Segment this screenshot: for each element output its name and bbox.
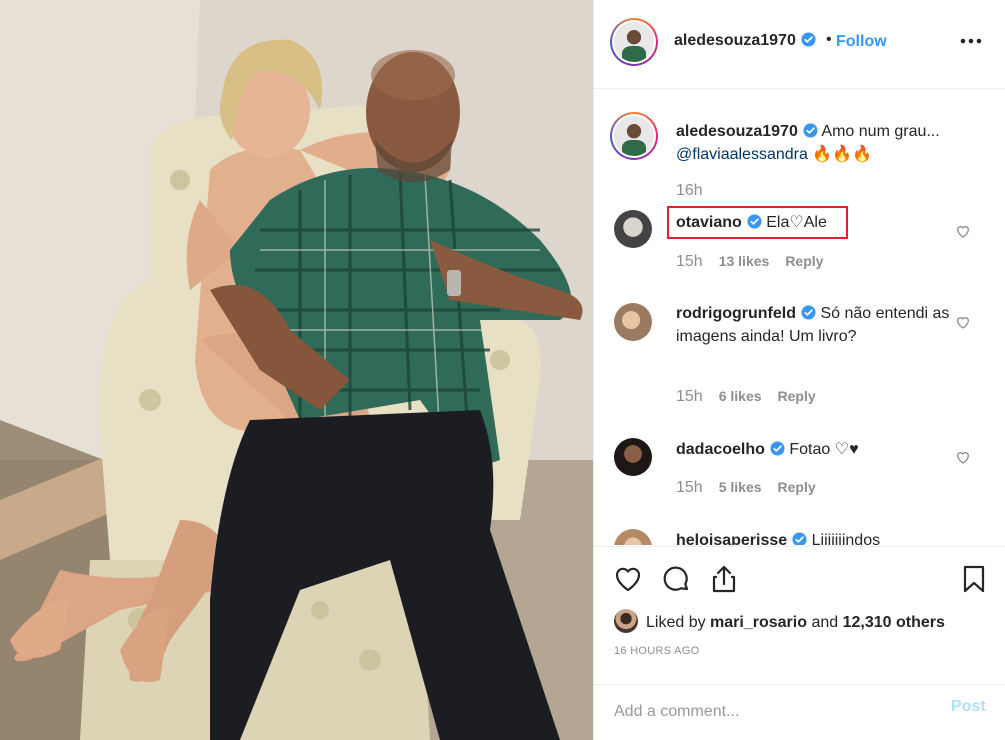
caption-mention-link[interactable]: @flaviaalessandra [676,146,808,163]
verified-badge-icon [770,441,785,456]
comment-reply-button[interactable]: Reply [778,388,816,404]
heart-outline-icon[interactable] [612,563,644,595]
follow-button[interactable]: Follow [836,33,887,51]
post-actions: Liked by mari_rosario and 12,310 others … [594,546,1005,684]
comment-avatar[interactable] [614,210,652,248]
liked-mid: and [811,614,839,631]
comment-text: rodrigogrunfeld Só não entendi as imagen… [676,302,961,348]
verified-badge-icon [747,214,762,229]
caption-author-username[interactable]: aledesouza1970 [676,123,798,140]
comment-meta: 15h 6 likes Reply [676,388,816,406]
more-options-icon[interactable] [958,35,984,47]
comment-likes[interactable]: 13 likes [719,253,770,269]
verified-badge-icon [803,123,818,138]
comment-username[interactable]: heloisaperisse [676,532,787,545]
liked-by-avatar[interactable] [614,609,638,633]
verified-badge-icon [801,32,816,47]
share-upload-icon[interactable] [708,563,740,595]
comment-time[interactable]: 15h [676,388,703,405]
comment-reply-button[interactable]: Reply [785,253,823,269]
comment-bubble-icon[interactable] [660,563,692,595]
comment-time[interactable]: 15h [676,479,703,496]
comment-time[interactable]: 15h [676,253,703,270]
comment-avatar[interactable] [614,529,652,545]
post-time-ago[interactable]: 16 HOURS AGO [614,645,700,657]
caption-emoji: 🔥🔥🔥 [812,146,873,163]
post-side-panel: aledesouza1970 • Follow aledesouza1970 A… [593,0,1005,740]
liked-by-username[interactable]: mari_rosario [710,614,807,631]
add-comment-input[interactable] [614,697,934,727]
comments-list[interactable]: aledesouza1970 Amo num grau... @flaviaal… [594,90,1005,545]
comment-avatar[interactable] [614,303,652,341]
comment-username[interactable]: otaviano [676,214,742,231]
post-image-illustration [0,0,593,740]
caption-timestamp[interactable]: 16h [676,182,703,200]
comment-message: Ela♡Ale [766,214,827,231]
comment-likes[interactable]: 6 likes [719,388,762,404]
comment-text: dadacoelho Fotao ♡♥ [676,438,961,461]
post-comment-button[interactable]: Post [951,698,986,716]
bookmark-icon[interactable] [958,563,990,595]
comment-avatar[interactable] [614,438,652,476]
verified-badge-icon [801,305,816,320]
comment-like-heart-icon[interactable] [955,314,971,330]
comment-message: Fotao ♡♥ [789,441,859,458]
liked-prefix: Liked by [646,614,706,631]
comment-meta: 15h 5 likes Reply [676,479,816,497]
comment-reply-button[interactable]: Reply [778,479,816,495]
caption-text: Amo num grau... [821,123,940,140]
comment-text: otaviano Ela♡Ale [676,211,961,234]
post-header: aledesouza1970 • Follow [594,0,1005,89]
add-comment-bar: Post [594,684,1005,740]
comment-username[interactable]: dadacoelho [676,441,765,458]
comment-like-heart-icon[interactable] [955,449,971,465]
liked-by-summary: Liked by mari_rosario and 12,310 others [614,609,945,633]
post-caption: aledesouza1970 Amo num grau... @flaviaal… [676,120,976,166]
comment-username[interactable]: rodrigogrunfeld [676,305,796,322]
comment-text: heloisaperisse Liiiiiiindos [676,529,961,545]
author-username-link[interactable]: aledesouza1970 [674,32,816,50]
comment-meta: 15h 13 likes Reply [676,253,823,271]
comment-likes[interactable]: 5 likes [719,479,762,495]
comment-message: Liiiiiiindos [811,532,881,545]
caption-author-avatar[interactable] [610,112,658,160]
author-avatar[interactable] [610,18,658,66]
post-photo [0,0,593,740]
separator-dot: • [826,31,832,48]
liked-count-link[interactable]: 12,310 others [843,614,945,631]
comment-like-heart-icon[interactable] [955,223,971,239]
verified-badge-icon [792,532,807,545]
